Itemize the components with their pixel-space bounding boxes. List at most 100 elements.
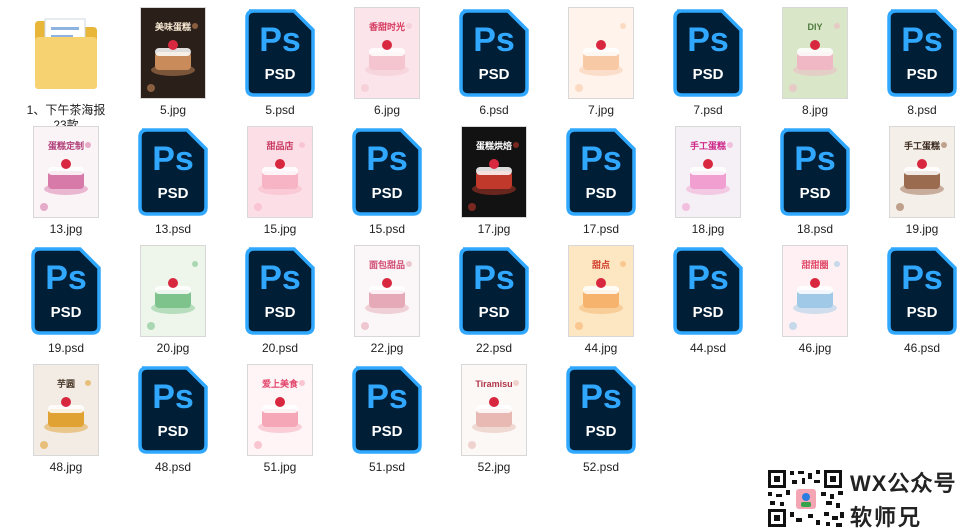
folder-icon [33, 15, 99, 93]
image-thumbnail: DIY [783, 8, 847, 98]
image-thumbnail [141, 246, 205, 336]
thumbnail-caption: 面包甜品 [368, 260, 405, 270]
jpg-file-item[interactable]: 甜品店 15.jpg [230, 124, 330, 242]
jpg-file-item[interactable]: 20.jpg [123, 243, 223, 361]
file-name-label: 6.psd [479, 103, 509, 117]
jpg-file-item[interactable]: 面包甜品 22.jpg [337, 243, 437, 361]
psd-icon-ps-text: Ps [901, 259, 943, 297]
psd-file-item[interactable]: Ps PSD 46.psd [872, 243, 968, 361]
psd-file-item[interactable]: Ps PSD 13.psd [123, 124, 223, 242]
psd-icon-psd-text: PSD [371, 423, 403, 440]
psd-icon-psd-text: PSD [478, 66, 510, 83]
thumbnail-caption: 蛋糕烘焙 [475, 141, 512, 151]
file-name-label: 5.psd [265, 103, 295, 117]
file-name-label: 18.psd [796, 222, 834, 236]
psd-file-item[interactable]: Ps PSD 44.psd [658, 243, 758, 361]
photoshop-file-icon: Ps PSD [779, 127, 851, 217]
thumbnail-caption: 爱上美食 [261, 379, 298, 389]
psd-icon-ps-text: Ps [366, 140, 408, 178]
psd-file-item[interactable]: Ps PSD 20.psd [230, 243, 330, 361]
image-thumbnail [569, 8, 633, 98]
psd-file-item[interactable]: Ps PSD 48.psd [123, 362, 223, 480]
photoshop-file-icon: Ps PSD [351, 365, 423, 455]
psd-icon-psd-text: PSD [799, 185, 831, 202]
photoshop-file-icon: Ps PSD [137, 365, 209, 455]
photoshop-file-icon: Ps PSD [672, 8, 744, 98]
photoshop-file-icon: Ps PSD [244, 8, 316, 98]
psd-file-item[interactable]: Ps PSD 52.psd [551, 362, 651, 480]
psd-file-item[interactable]: Ps PSD 22.psd [444, 243, 544, 361]
thumbnail-caption: 甜品店 [266, 141, 294, 151]
psd-file-item[interactable]: Ps PSD 6.psd [444, 5, 544, 123]
file-name-label: 5.jpg [159, 103, 187, 117]
folder-item[interactable]: 1、下午茶海报23款 [16, 5, 116, 132]
psd-icon-psd-text: PSD [264, 66, 296, 83]
photoshop-file-icon: Ps PSD [458, 8, 530, 98]
photoshop-file-icon: Ps PSD [244, 246, 316, 336]
jpg-file-item[interactable]: 香甜时光 6.jpg [337, 5, 437, 123]
jpg-file-item[interactable]: 芋圆 48.jpg [16, 362, 116, 480]
psd-file-item[interactable]: Ps PSD 8.psd [872, 5, 968, 123]
jpg-file-item[interactable]: 美味蛋糕 5.jpg [123, 5, 223, 123]
psd-icon-ps-text: Ps [473, 21, 515, 59]
psd-file-item[interactable]: Ps PSD 15.psd [337, 124, 437, 242]
psd-file-item[interactable]: Ps PSD 17.psd [551, 124, 651, 242]
psd-icon-psd-text: PSD [692, 304, 724, 321]
psd-file-item[interactable]: Ps PSD 5.psd [230, 5, 330, 123]
file-name-label: 19.jpg [905, 222, 939, 236]
psd-icon-psd-text: PSD [157, 185, 189, 202]
image-thumbnail: 美味蛋糕 [141, 8, 205, 98]
psd-file-item[interactable]: Ps PSD 18.psd [765, 124, 865, 242]
file-name-label: 17.psd [582, 222, 620, 236]
watermark-line1: WX公众号 [850, 471, 957, 496]
photoshop-file-icon: Ps PSD [137, 127, 209, 217]
file-name-label: 51.jpg [263, 460, 297, 474]
thumbnail-caption: 甜甜圈 [801, 260, 829, 270]
file-name-label: 19.psd [47, 341, 85, 355]
psd-icon-psd-text: PSD [585, 185, 617, 202]
jpg-file-item[interactable]: DIY 8.jpg [765, 5, 865, 123]
file-name-label: 51.psd [368, 460, 406, 474]
psd-file-item[interactable]: Ps PSD 19.psd [16, 243, 116, 361]
jpg-file-item[interactable]: 甜甜圈 46.jpg [765, 243, 865, 361]
image-thumbnail: 芋圆 [34, 365, 98, 455]
jpg-file-item[interactable]: 蛋糕烘焙 17.jpg [444, 124, 544, 242]
jpg-file-item[interactable]: 手工蛋糕 18.jpg [658, 124, 758, 242]
file-name-label: 44.psd [689, 341, 727, 355]
psd-icon-psd-text: PSD [585, 423, 617, 440]
file-name-label: 13.psd [154, 222, 192, 236]
psd-icon-ps-text: Ps [152, 378, 194, 416]
file-name-label: 48.psd [154, 460, 192, 474]
psd-file-item[interactable]: Ps PSD 7.psd [658, 5, 758, 123]
image-thumbnail: 手工蛋糕 [890, 127, 954, 217]
thumbnail-caption: 芋圆 [56, 379, 75, 389]
psd-icon-psd-text: PSD [906, 304, 938, 321]
psd-icon-psd-text: PSD [264, 304, 296, 321]
file-name-label: 46.jpg [798, 341, 832, 355]
psd-icon-ps-text: Ps [794, 140, 836, 178]
jpg-file-item[interactable]: Tiramisu 52.jpg [444, 362, 544, 480]
file-name-label: 52.jpg [477, 460, 511, 474]
jpg-file-item[interactable]: 7.jpg [551, 5, 651, 123]
photoshop-file-icon: Ps PSD [886, 8, 958, 98]
jpg-file-item[interactable]: 手工蛋糕 19.jpg [872, 124, 968, 242]
psd-file-item[interactable]: Ps PSD 51.psd [337, 362, 437, 480]
thumbnail-caption: 手工蛋糕 [689, 141, 726, 151]
file-name-label: 13.jpg [49, 222, 83, 236]
psd-icon-psd-text: PSD [692, 66, 724, 83]
file-name-label: 20.psd [261, 341, 299, 355]
image-thumbnail: 蛋糕定制 [34, 127, 98, 217]
jpg-file-item[interactable]: 甜点 44.jpg [551, 243, 651, 361]
jpg-file-item[interactable]: 爱上美食 51.jpg [230, 362, 330, 480]
image-thumbnail: 甜甜圈 [783, 246, 847, 336]
image-thumbnail: 手工蛋糕 [676, 127, 740, 217]
file-name-label: 8.psd [907, 103, 937, 117]
photoshop-file-icon: Ps PSD [458, 246, 530, 336]
file-name-label: 20.jpg [156, 341, 190, 355]
file-name-label: 46.psd [903, 341, 941, 355]
thumbnail-caption: Tiramisu [475, 379, 513, 389]
photoshop-file-icon: Ps PSD [565, 365, 637, 455]
photoshop-file-icon: Ps PSD [565, 127, 637, 217]
thumbnail-caption: 手工蛋糕 [903, 141, 940, 151]
jpg-file-item[interactable]: 蛋糕定制 13.jpg [16, 124, 116, 242]
